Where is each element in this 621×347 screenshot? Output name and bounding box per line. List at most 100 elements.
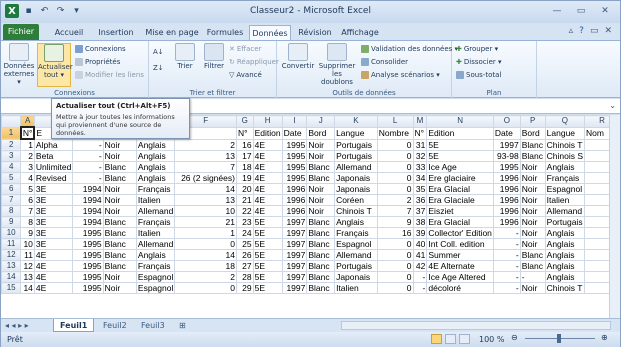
cell[interactable]: Blanc xyxy=(519,260,546,272)
cell[interactable]: 0 xyxy=(376,138,414,151)
cell[interactable]: Blanc xyxy=(102,249,137,261)
cell[interactable]: 9 xyxy=(376,216,414,228)
remove-duplicates-button[interactable]: Supprimer les doublons xyxy=(317,43,357,86)
cell[interactable]: 11 xyxy=(20,249,35,261)
cell[interactable]: 5E xyxy=(252,249,283,261)
cell[interactable]: 0 xyxy=(376,183,414,195)
cell[interactable]: 1996 xyxy=(492,194,521,206)
cell[interactable]: Blanc xyxy=(306,172,336,184)
cell[interactable]: Date xyxy=(281,126,308,140)
cell[interactable]: 23 xyxy=(235,216,254,228)
cell[interactable]: 22 xyxy=(235,205,254,217)
cell[interactable]: Japonais xyxy=(334,172,378,184)
cell[interactable]: Italien xyxy=(544,194,586,206)
row-header[interactable]: 10 xyxy=(1,227,22,239)
cell[interactable]: 29 xyxy=(235,282,254,294)
cell[interactable]: 2 xyxy=(174,138,237,151)
cell[interactable]: Noir xyxy=(519,216,546,228)
cell[interactable]: Collector' Edition xyxy=(426,227,494,239)
tab-view[interactable]: Affichage xyxy=(339,25,381,40)
cell[interactable]: Italien xyxy=(135,227,176,239)
cell[interactable]: Blanc xyxy=(306,249,336,261)
cell[interactable]: 1996 xyxy=(281,194,308,206)
sort-button[interactable]: Trier xyxy=(173,43,197,70)
cell[interactable]: 1 xyxy=(174,227,237,239)
row-header[interactable]: 8 xyxy=(1,205,22,217)
cell[interactable]: Allemand xyxy=(334,249,378,261)
cell[interactable]: Langue xyxy=(334,126,378,140)
cell[interactable]: Noir xyxy=(102,282,137,294)
cell[interactable]: Anglais xyxy=(135,138,176,151)
cell[interactable]: 4E xyxy=(252,150,283,162)
zoom-level[interactable]: 100 % xyxy=(479,335,504,344)
cell[interactable]: Noir xyxy=(102,138,137,151)
cell[interactable]: Chinois T xyxy=(334,205,378,217)
page-layout-view-icon[interactable] xyxy=(445,334,456,344)
cell[interactable]: Anglais xyxy=(135,161,176,173)
expand-formula-bar-icon[interactable]: ⌄ xyxy=(609,101,616,110)
cell[interactable]: 1996 xyxy=(492,205,521,217)
cell[interactable]: 9 xyxy=(20,227,35,239)
cell[interactable]: Japonais xyxy=(334,183,378,195)
column-header[interactable]: P xyxy=(519,115,546,128)
cell[interactable]: Era Glacial xyxy=(426,183,494,195)
cell[interactable]: 1996 xyxy=(492,216,521,228)
cell[interactable]: 4E xyxy=(252,161,283,173)
cell[interactable]: Alpha xyxy=(33,138,74,151)
cell[interactable]: Blanc xyxy=(306,161,336,173)
cell[interactable]: 1994 xyxy=(72,216,104,228)
cell[interactable]: 1995 xyxy=(492,161,521,173)
cell[interactable]: 7 xyxy=(376,205,414,217)
cell[interactable]: 0 xyxy=(376,238,414,250)
cell[interactable]: Noir xyxy=(306,138,336,151)
cell[interactable]: Blanc xyxy=(519,138,546,151)
cell[interactable]: Noir xyxy=(519,238,546,250)
cell[interactable]: 5E xyxy=(426,138,494,151)
cell[interactable]: Blanc xyxy=(306,282,336,294)
cell[interactable]: 42 xyxy=(412,260,428,272)
cell[interactable]: 5 xyxy=(20,183,35,195)
sort-az-button[interactable]: A↓ xyxy=(153,47,164,57)
column-header[interactable]: A xyxy=(20,115,35,128)
cell[interactable]: - xyxy=(412,271,428,283)
cell[interactable]: 0 xyxy=(174,282,237,294)
cell[interactable]: Noir xyxy=(102,183,137,195)
close-icon[interactable]: ✕ xyxy=(594,3,616,18)
cell[interactable]: 5E xyxy=(252,227,283,239)
tab-page-layout[interactable]: Mise en page xyxy=(143,25,201,40)
properties-button[interactable]: Propriétés xyxy=(75,57,120,67)
cell[interactable]: - xyxy=(72,150,104,162)
column-header[interactable]: H xyxy=(252,115,283,128)
cell[interactable]: Portugais xyxy=(334,138,378,151)
cell[interactable]: - xyxy=(492,238,521,250)
zoom-slider-thumb[interactable] xyxy=(557,334,561,343)
cell[interactable]: Anglais xyxy=(544,271,586,283)
cell[interactable]: 1997 xyxy=(281,271,308,283)
cell[interactable]: Espagnol xyxy=(135,282,176,294)
row-header[interactable]: 14 xyxy=(1,271,22,283)
cell[interactable]: 4E Alternate xyxy=(426,260,494,272)
cell[interactable]: Chinois S xyxy=(544,150,586,162)
cell[interactable]: 0 xyxy=(376,161,414,173)
zoom-out-icon[interactable]: ⊖ xyxy=(511,333,518,342)
cell[interactable]: Ice Age Altered xyxy=(426,271,494,283)
cell[interactable]: 31 xyxy=(412,138,428,151)
cell[interactable]: Anglais xyxy=(544,238,586,250)
cell[interactable]: Noir xyxy=(306,194,336,206)
cell[interactable]: 1997 xyxy=(492,138,521,151)
cell[interactable]: 35 xyxy=(412,183,428,195)
cell[interactable]: 33 xyxy=(412,161,428,173)
cell[interactable]: Français xyxy=(334,227,378,239)
connections-button[interactable]: Connexions xyxy=(75,44,126,54)
cell[interactable]: Noir xyxy=(519,161,546,173)
cell[interactable]: Anglais xyxy=(334,216,378,228)
cell[interactable]: 28 xyxy=(235,271,254,283)
cell[interactable]: Noir xyxy=(306,205,336,217)
cell[interactable]: 13 xyxy=(174,194,237,206)
cell[interactable]: - xyxy=(519,271,546,283)
cell[interactable]: Portugais xyxy=(334,150,378,162)
cell[interactable]: 20 xyxy=(235,183,254,195)
filter-button[interactable]: Filtrer xyxy=(201,43,227,70)
cell[interactable]: 4E xyxy=(33,260,74,272)
cell[interactable]: 5E xyxy=(252,260,283,272)
